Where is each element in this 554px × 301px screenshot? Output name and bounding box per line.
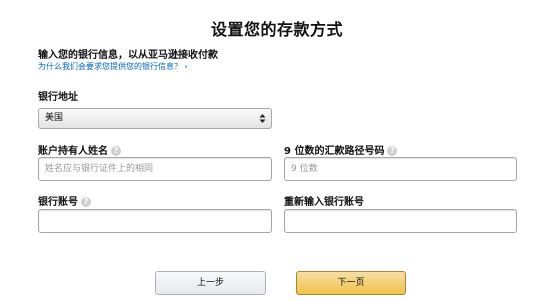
routing-number-input[interactable]: 9 位数	[284, 157, 517, 181]
help-question-icon[interactable]: ?	[387, 146, 398, 156]
bank-location-select[interactable]: 美国	[38, 108, 272, 129]
routing-number-placeholder: 9 位数	[291, 164, 318, 174]
bank-location-value: 美国	[45, 113, 64, 123]
reenter-account-label: 重新输入银行账号	[284, 197, 364, 208]
account-number-label-row: 银行账号?	[38, 193, 91, 208]
account-number-input[interactable]	[38, 209, 272, 233]
next-page-button[interactable]: 下一页	[296, 271, 406, 295]
reenter-account-input[interactable]	[284, 209, 517, 233]
help-question-icon[interactable]: ?	[81, 197, 91, 207]
page-subtitle: 输入您的银行信息，以从亚马逊接收付款	[38, 50, 218, 61]
account-number-label: 银行账号	[38, 197, 78, 208]
account-holder-label-row: 账户持有人姓名?	[38, 142, 121, 157]
previous-step-button[interactable]: 上一步	[155, 271, 266, 295]
why-bank-info-link[interactable]: 为什么我们会要求您提供您的银行信息？ ›	[38, 61, 188, 72]
account-holder-placeholder: 姓名应与银行证件上的相同	[45, 164, 154, 174]
account-holder-input[interactable]: 姓名应与银行证件上的相同	[38, 157, 272, 181]
help-question-icon[interactable]: ?	[111, 146, 121, 156]
bank-location-label: 银行地址	[38, 92, 78, 103]
routing-number-label-row: 9 位数的汇款路径号码?	[284, 142, 398, 157]
account-holder-label: 账户持有人姓名	[38, 146, 108, 157]
page-title: 设置您的存款方式	[210, 20, 343, 39]
select-arrows-icon	[259, 114, 266, 123]
routing-number-label: 9 位数的汇款路径号码	[284, 146, 385, 157]
